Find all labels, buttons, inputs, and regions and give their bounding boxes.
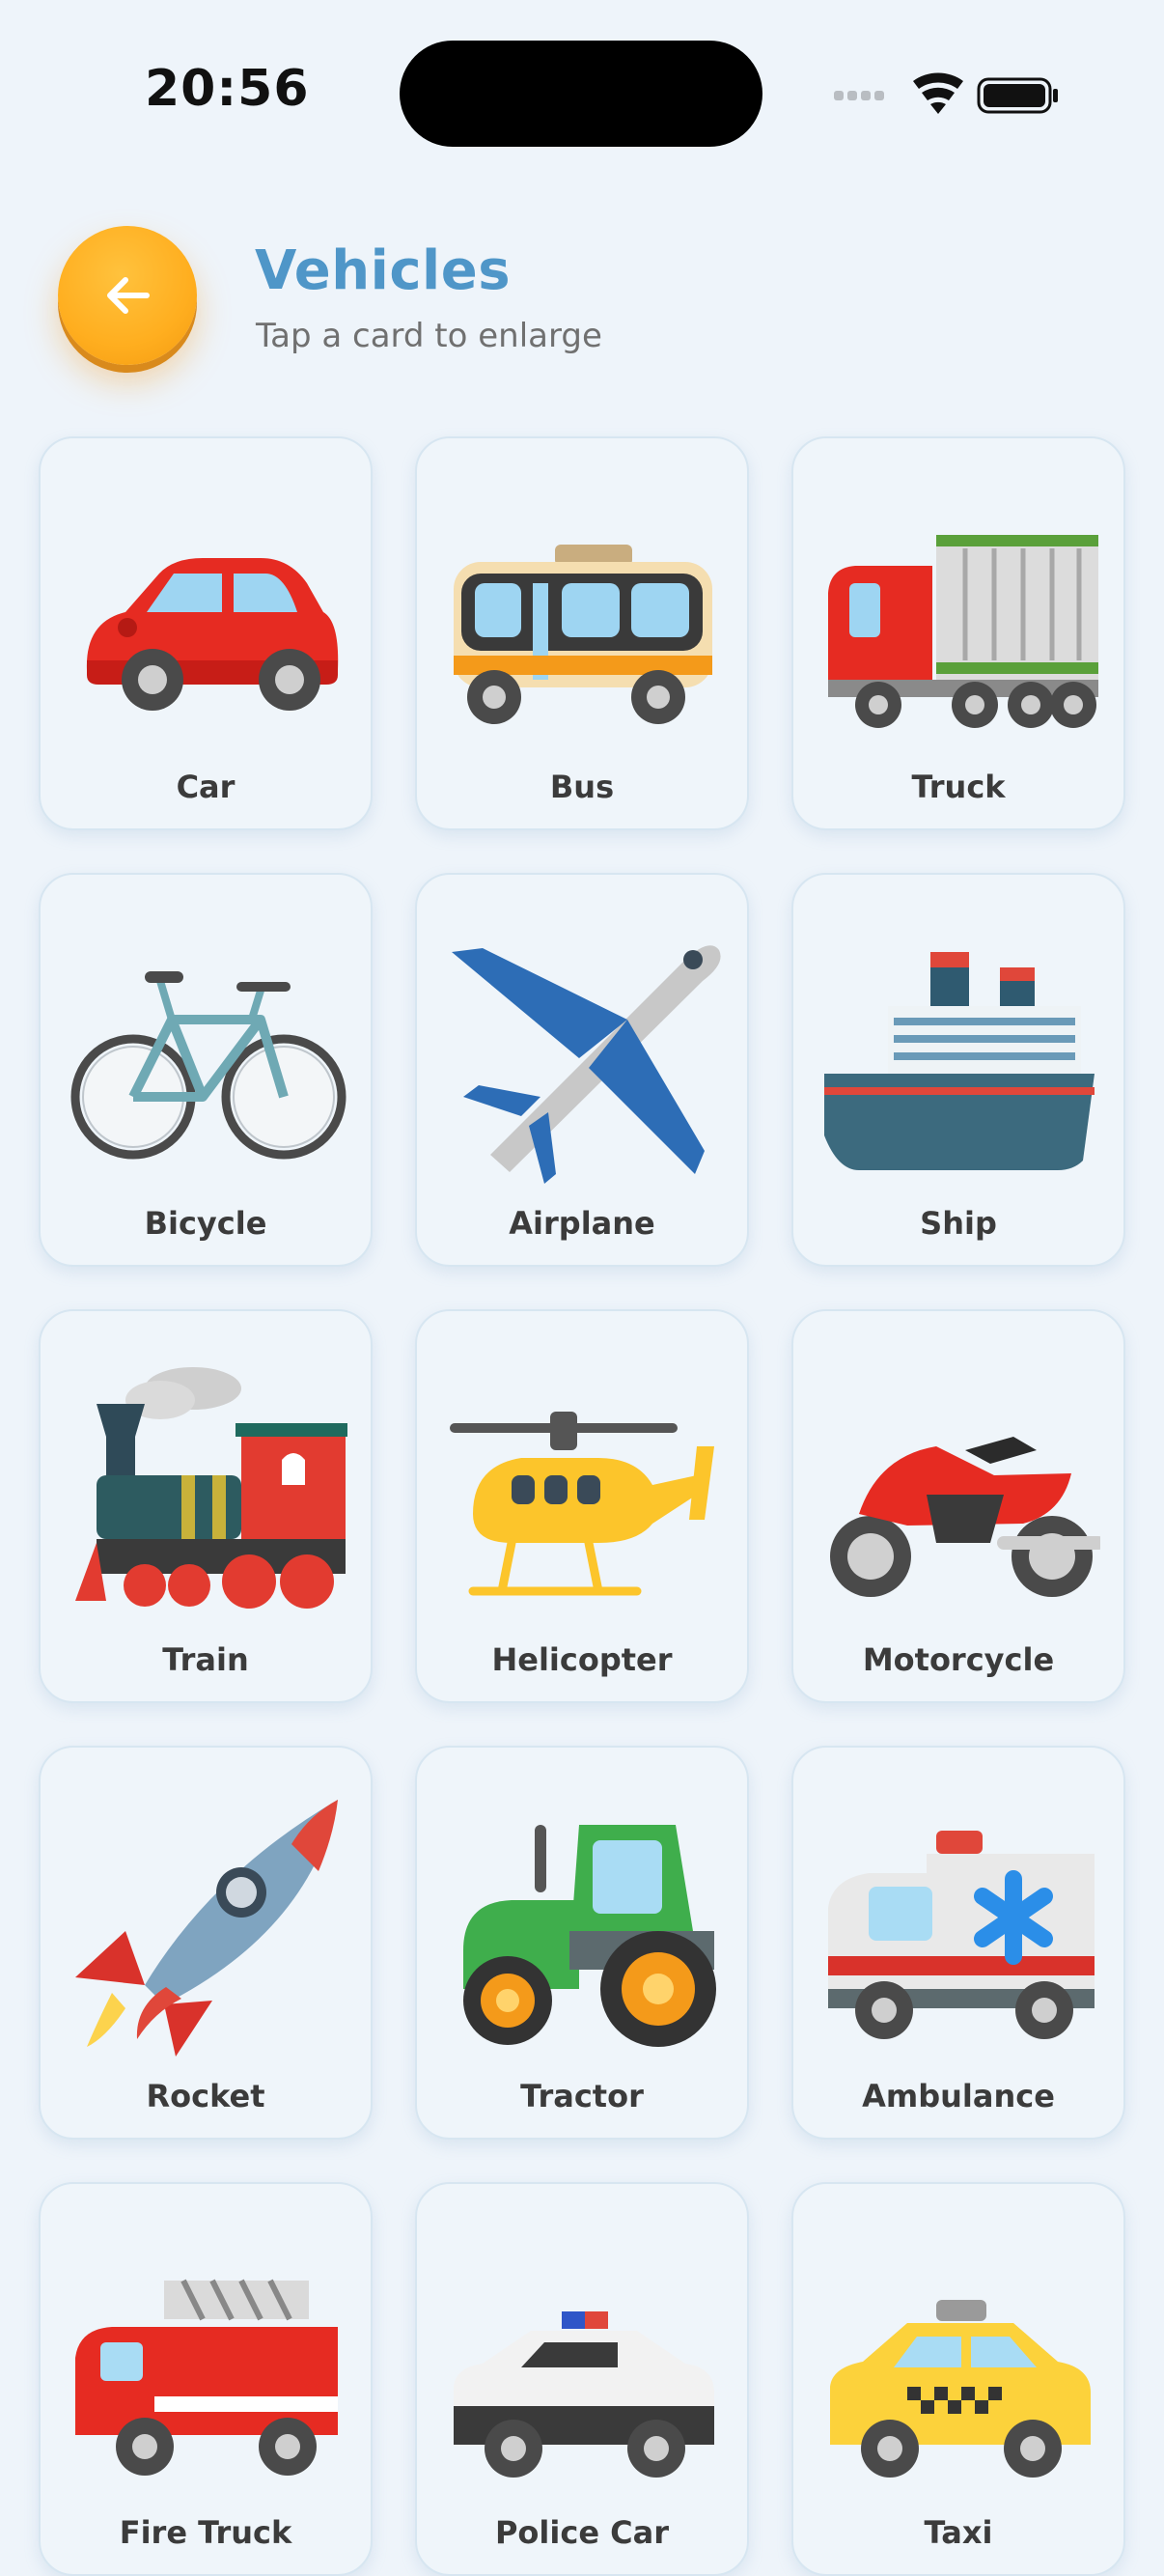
wifi-icon (913, 72, 963, 114)
vehicle-card-helicopter[interactable]: Helicopter (415, 1309, 749, 1703)
vehicle-label: Motorcycle (862, 1641, 1055, 1678)
bus-icon (444, 477, 724, 747)
vehicle-card-fire-truck[interactable]: Fire Truck (39, 2182, 373, 2576)
vehicle-label: Ambulance (862, 2078, 1055, 2114)
vehicle-label: Train (162, 1641, 249, 1678)
page-title: Vehicles (255, 239, 512, 302)
vehicle-label: Ship (920, 1205, 997, 1242)
truck-icon (820, 477, 1100, 747)
vehicle-card-police-car[interactable]: Police Car (415, 2182, 749, 2576)
vehicle-label: Bus (549, 769, 615, 805)
page-subtitle: Tap a card to enlarge (256, 317, 602, 355)
status-time: 20:56 (145, 60, 310, 118)
vehicle-label: Rocket (146, 2078, 265, 2114)
vehicle-label: Fire Truck (119, 2514, 292, 2551)
bicycle-icon (68, 913, 347, 1184)
arrow-left-icon (107, 277, 150, 314)
vehicle-card-airplane[interactable]: Airplane (415, 873, 749, 1267)
vehicle-label: Taxi (924, 2514, 993, 2551)
rocket-icon (68, 1786, 347, 2057)
vehicle-label: Police Car (494, 2514, 670, 2551)
vehicle-card-taxi[interactable]: Taxi (791, 2182, 1125, 2576)
motorcycle-icon (820, 1350, 1105, 1620)
vehicle-card-rocket[interactable]: Rocket (39, 1746, 373, 2140)
header: Vehicles Tap a card to enlarge (0, 212, 1164, 386)
vehicle-card-tractor[interactable]: Tractor (415, 1746, 749, 2140)
back-button[interactable] (58, 226, 197, 365)
vehicle-card-ambulance[interactable]: Ambulance (791, 1746, 1125, 2140)
vehicle-card-motorcycle[interactable]: Motorcycle (791, 1309, 1125, 1703)
vehicle-label: Bicycle (144, 1205, 267, 1242)
signal-icon (834, 91, 884, 100)
vehicle-card-bus[interactable]: Bus (415, 436, 749, 830)
dynamic-island (400, 41, 762, 147)
helicopter-icon (444, 1350, 724, 1620)
vehicle-label: Helicopter (491, 1641, 673, 1678)
train-icon (68, 1350, 351, 1620)
fire-truck-icon (68, 2223, 347, 2493)
ambulance-icon (820, 1786, 1100, 2057)
status-icons (832, 68, 1064, 122)
vehicle-card-train[interactable]: Train (39, 1309, 373, 1703)
battery-icon (977, 77, 1058, 114)
vehicle-label: Tractor (520, 2078, 644, 2114)
tractor-icon (444, 1786, 724, 2057)
vehicle-label: Truck (911, 769, 1006, 805)
ship-icon (820, 913, 1100, 1184)
status-bar: 20:56 (0, 0, 1164, 193)
vehicle-card-truck[interactable]: Truck (791, 436, 1125, 830)
vehicle-label: Car (176, 769, 236, 805)
vehicle-card-ship[interactable]: Ship (791, 873, 1125, 1267)
taxi-icon (820, 2223, 1100, 2493)
vehicle-label: Airplane (509, 1205, 655, 1242)
vehicle-card-bicycle[interactable]: Bicycle (39, 873, 373, 1267)
airplane-icon (444, 913, 724, 1184)
police-car-icon (444, 2223, 724, 2493)
car-icon (68, 477, 347, 747)
vehicle-card-car[interactable]: Car (39, 436, 373, 830)
